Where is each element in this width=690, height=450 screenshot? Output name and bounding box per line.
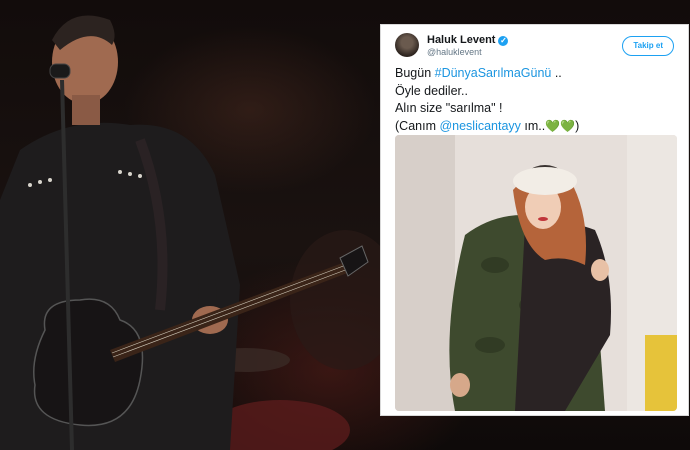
tweet-text: Bugün #DünyaSarılmaGünü .. Öyle dediler.… [395,65,678,135]
tweet-text-segment: ) [575,118,580,133]
tweet-header: Haluk Levent ✓ @haluklevent Takip et [395,33,678,59]
avatar[interactable] [395,33,419,57]
tweet-text-segment: ım.. [520,118,546,133]
tweet-line-2: Öyle dediler.. [395,83,468,98]
tweet-text-segment: Bugün [395,66,435,80]
tweet-line-3: Alın size "sarılma" ! [395,101,503,115]
author-handle[interactable]: @haluklevent [427,47,482,57]
tweet-photo[interactable] [395,135,677,411]
tweet-line-1: Bugün #DünyaSarılmaGünü .. [395,65,678,83]
mention-link[interactable]: @neslicantayy [439,119,520,133]
tweet-card: Haluk Levent ✓ @haluklevent Takip et Bugü… [380,24,689,416]
author-display-name[interactable]: Haluk Levent [427,34,495,46]
follow-button[interactable]: Takip et [622,36,674,56]
author-name[interactable]: Haluk Levent ✓ [427,34,509,46]
hug-photo-illustration [395,135,677,411]
tweet-text-segment: (Canım [395,118,440,133]
green-heart-icon: 💚💚 [545,118,576,133]
tweet-text-segment: .. [551,66,562,80]
verified-badge-icon: ✓ [498,36,509,46]
hashtag-link[interactable]: #DünyaSarılmaGünü [435,66,552,80]
tweet-line-4: (Canım @neslicantayy ım..💚💚) [395,118,678,136]
